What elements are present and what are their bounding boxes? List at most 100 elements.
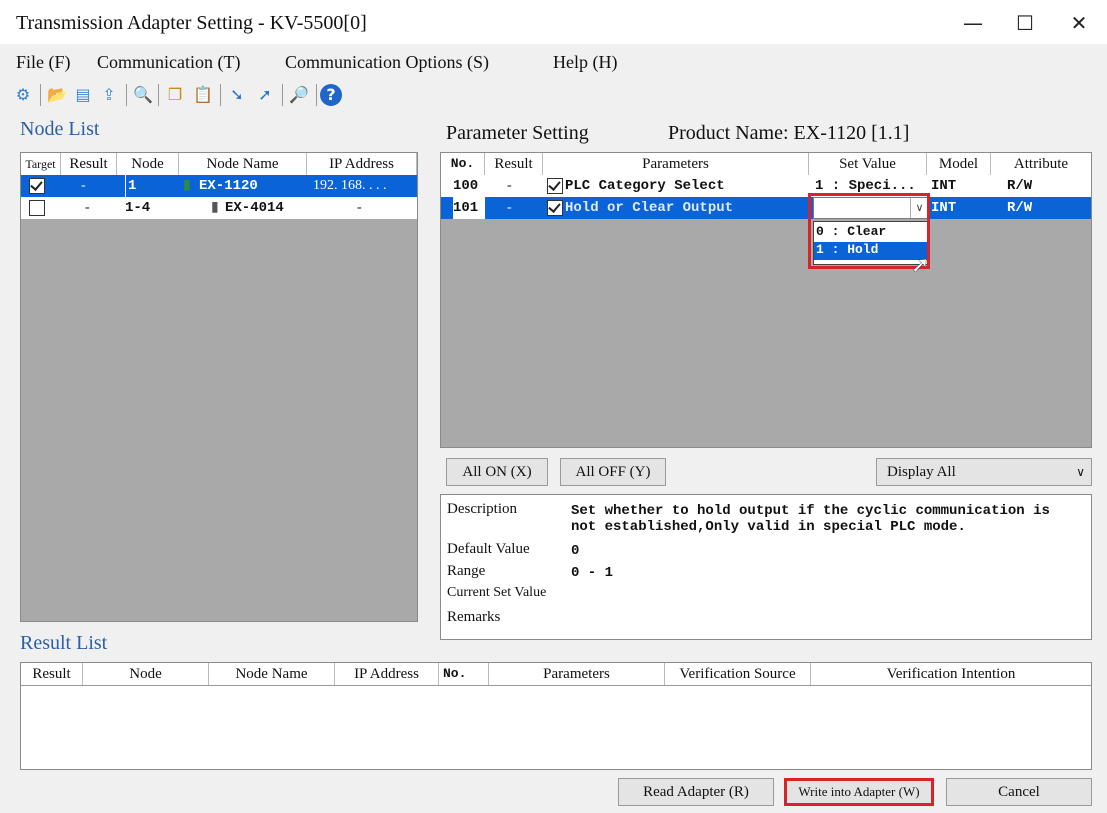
title-bar: Transmission Adapter Setting - KV-5500[0… bbox=[0, 0, 1107, 44]
node-cell: 1 bbox=[125, 175, 136, 197]
result-cell: - bbox=[85, 200, 90, 215]
menu-bar: File (F) Communication (T) Communication… bbox=[0, 48, 1107, 78]
menu-file[interactable]: File (F) bbox=[16, 52, 71, 73]
param-name-cell: PLC Category Select bbox=[565, 178, 725, 194]
attribute-cell: R/W bbox=[1007, 200, 1033, 216]
toolbar: ⚙ 📂 ▤ ⇪ 🔍 ❐ 📋 ➘ ➚ 🔎 ? bbox=[8, 80, 458, 112]
col-target[interactable]: Target bbox=[21, 153, 61, 175]
node-list-title: Node List bbox=[20, 118, 100, 140]
product-name-label: Product Name: EX-1120 [1.1] bbox=[668, 122, 910, 144]
node-name-cell: EX-4014 bbox=[225, 200, 284, 216]
param-name-cell: Hold or Clear Output bbox=[565, 200, 734, 216]
header-divider bbox=[21, 685, 1091, 686]
chevron-down-icon: ∨ bbox=[1076, 465, 1085, 479]
target-checkbox[interactable] bbox=[29, 199, 45, 216]
result-cell: - bbox=[507, 200, 512, 215]
open-folder-icon[interactable]: 📂 bbox=[46, 84, 68, 106]
ip-cell: - bbox=[357, 200, 362, 215]
col-node[interactable]: Node bbox=[83, 663, 209, 685]
description-panel: Description Set whether to hold output i… bbox=[440, 494, 1092, 640]
parameter-setting-title: Parameter Setting bbox=[446, 122, 589, 144]
result-cell: - bbox=[81, 178, 86, 193]
node-row-1[interactable]: - 1 ▮ EX-1120 192. 168. . . . bbox=[21, 175, 417, 197]
model-cell: INT bbox=[931, 178, 957, 194]
col-parameters[interactable]: Parameters bbox=[543, 153, 809, 175]
display-filter-select[interactable]: Display All ∨ bbox=[876, 458, 1092, 486]
range-label: Range bbox=[447, 563, 486, 579]
description-text-2: not established,Only valid in special PL… bbox=[571, 519, 966, 535]
col-ip-address[interactable]: IP Address bbox=[307, 153, 417, 175]
attribute-cell: R/W bbox=[1007, 178, 1033, 194]
mouse-cursor-icon: ➚ bbox=[911, 253, 930, 278]
col-verification-intention[interactable]: Verification Intention bbox=[811, 663, 1091, 685]
window-title: Transmission Adapter Setting - KV-5500[0… bbox=[16, 12, 367, 34]
col-parameters[interactable]: Parameters bbox=[489, 663, 665, 685]
col-model[interactable]: Model bbox=[927, 153, 991, 175]
node-cell: 1-4 bbox=[125, 200, 151, 216]
col-attribute[interactable]: Attribute bbox=[991, 153, 1091, 175]
cancel-button[interactable]: Cancel bbox=[946, 778, 1092, 806]
param-row-101[interactable]: 101 - Hold or Clear Output INT R/W bbox=[441, 197, 1091, 219]
col-result[interactable]: Result bbox=[21, 663, 83, 685]
target-checkbox[interactable] bbox=[29, 177, 45, 194]
toolbar-separator bbox=[158, 84, 159, 106]
param-checkbox[interactable] bbox=[547, 199, 563, 216]
col-node-name[interactable]: Node Name bbox=[179, 153, 307, 175]
all-off-button[interactable]: All OFF (Y) bbox=[560, 458, 666, 486]
default-value-label: Default Value bbox=[447, 541, 530, 557]
col-verification-source[interactable]: Verification Source bbox=[665, 663, 811, 685]
col-node-name[interactable]: Node Name bbox=[209, 663, 335, 685]
display-filter-value: Display All bbox=[887, 464, 956, 480]
node-name-cell: EX-1120 bbox=[199, 178, 258, 194]
parameter-table: No. Result Parameters Set Value Model At… bbox=[440, 152, 1092, 448]
toolbar-separator bbox=[40, 84, 41, 106]
description-label: Description bbox=[447, 501, 517, 517]
model-cell: INT bbox=[931, 200, 957, 216]
save-icon[interactable]: ▤ bbox=[72, 84, 94, 106]
menu-help[interactable]: Help (H) bbox=[553, 52, 617, 73]
maximize-icon[interactable]: ☐ bbox=[1002, 6, 1048, 40]
col-node[interactable]: Node bbox=[117, 153, 179, 175]
write-into-adapter-button[interactable]: Write into Adapter (W) bbox=[784, 778, 934, 806]
close-icon[interactable]: ✕ bbox=[1056, 6, 1102, 40]
col-ip-address[interactable]: IP Address bbox=[335, 663, 439, 685]
connect-icon[interactable]: ⚙ bbox=[12, 84, 34, 106]
toolbar-separator bbox=[220, 84, 221, 106]
current-set-value-label: Current Set Value bbox=[447, 585, 547, 600]
toolbar-separator bbox=[282, 84, 283, 106]
result-list-table: Result Node Node Name IP Address No. Par… bbox=[20, 662, 1092, 770]
no-cell: 101 bbox=[453, 197, 485, 219]
col-set-value[interactable]: Set Value bbox=[809, 153, 927, 175]
copy-icon[interactable]: ❐ bbox=[164, 84, 186, 106]
range-value: 0 - 1 bbox=[571, 565, 614, 581]
toolbar-separator bbox=[126, 84, 127, 106]
all-on-button[interactable]: All ON (X) bbox=[446, 458, 548, 486]
param-row-100[interactable]: 100 - PLC Category Select 1 : Speci... I… bbox=[441, 175, 1091, 197]
param-checkbox[interactable] bbox=[547, 177, 563, 194]
menu-communication-options[interactable]: Communication Options (S) bbox=[285, 52, 489, 73]
col-result[interactable]: Result bbox=[485, 153, 543, 175]
ip-cell: 192. 168. . . . bbox=[313, 178, 387, 193]
default-value: 0 bbox=[571, 543, 580, 559]
minimize-icon[interactable]: — bbox=[950, 6, 996, 40]
no-cell: 100 bbox=[453, 178, 479, 194]
upload-icon[interactable]: ⇪ bbox=[98, 84, 120, 106]
remarks-label: Remarks bbox=[447, 609, 501, 625]
col-result[interactable]: Result bbox=[61, 153, 117, 175]
module-icon: ▮ bbox=[211, 200, 219, 215]
col-no[interactable]: No. bbox=[439, 663, 489, 685]
search-icon[interactable]: 🔎 bbox=[288, 84, 310, 106]
description-text-1: Set whether to hold output if the cyclic… bbox=[571, 503, 1050, 519]
paste-icon[interactable]: 📋 bbox=[192, 84, 214, 106]
write-icon[interactable]: ➚ bbox=[254, 84, 276, 106]
toolbar-separator bbox=[316, 84, 317, 106]
read-adapter-button[interactable]: Read Adapter (R) bbox=[618, 778, 774, 806]
result-list-title: Result List bbox=[20, 632, 108, 654]
result-cell: - bbox=[507, 178, 512, 193]
preview-icon[interactable]: 🔍 bbox=[132, 84, 154, 106]
read-icon[interactable]: ➘ bbox=[226, 84, 248, 106]
menu-communication[interactable]: Communication (T) bbox=[97, 52, 240, 73]
col-no[interactable]: No. bbox=[441, 153, 485, 175]
node-row-2[interactable]: - 1-4 ▮ EX-4014 - bbox=[21, 197, 417, 219]
help-icon[interactable]: ? bbox=[320, 84, 342, 106]
